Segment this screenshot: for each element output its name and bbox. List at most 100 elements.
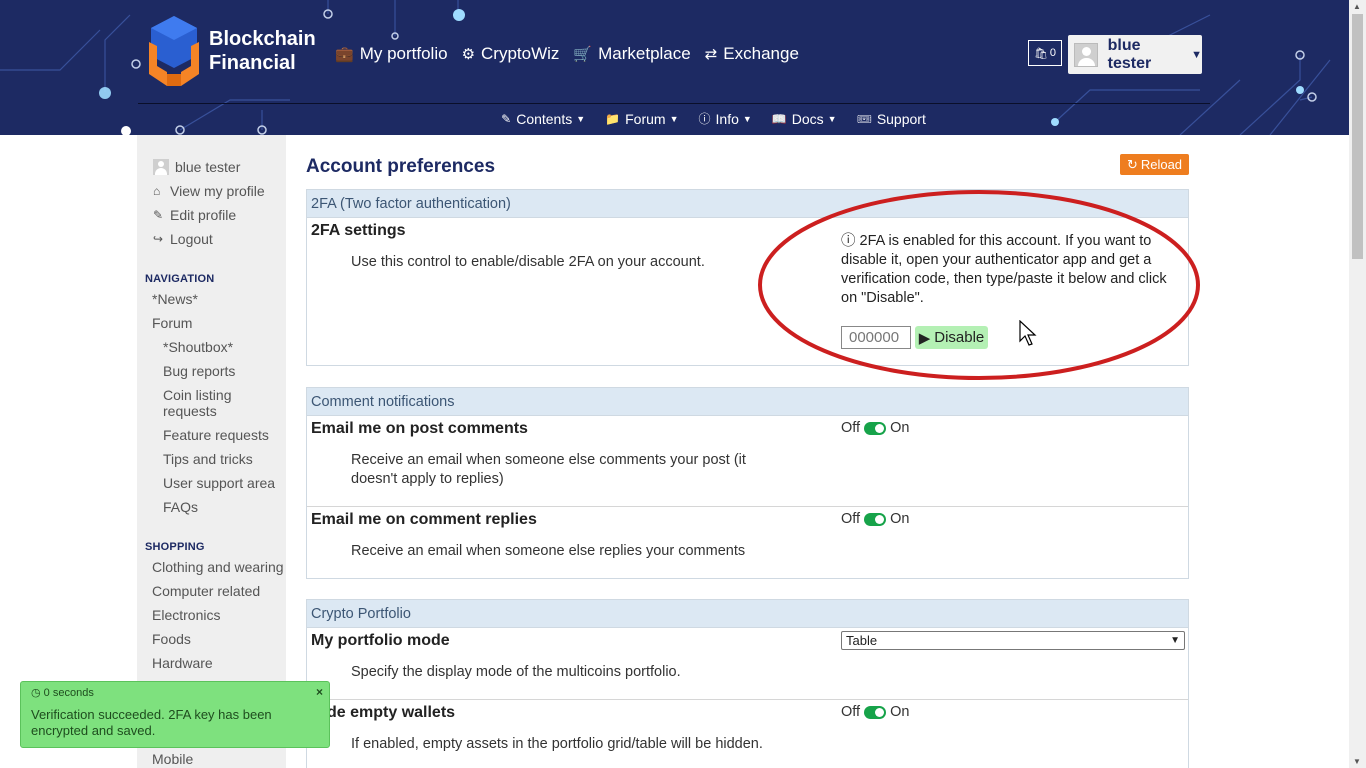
portfolio-mode-row: My portfolio mode Specify the display mo…: [307, 628, 1188, 700]
comment-replies-desc: Receive an email when someone else repli…: [351, 543, 746, 559]
user-menu-button[interactable]: blue tester ▼: [1068, 35, 1202, 74]
twofa-info-text: 2FA is enabled for this account. If you …: [841, 233, 1167, 306]
sidebar-item-shoutbox[interactable]: *Shoutbox*: [163, 339, 233, 355]
chevron-down-icon: ▼: [827, 113, 837, 124]
nav-exchange-label: Exchange: [723, 44, 799, 63]
twofa-heading: 2FA (Two factor authentication): [307, 190, 1188, 218]
comment-replies-toggle[interactable]: Off On: [841, 511, 909, 527]
reload-button[interactable]: ↻ Reload: [1120, 154, 1189, 175]
sidebar-view-profile-label: View my profile: [170, 183, 265, 199]
sidebar-edit-profile[interactable]: ✎ Edit profile: [153, 207, 236, 223]
toggle-switch[interactable]: [864, 512, 887, 526]
brand-line2: Financial: [209, 52, 296, 74]
comments-heading: Comment notifications: [307, 388, 1188, 416]
nav-marketplace[interactable]: 🛒 Marketplace: [573, 44, 690, 64]
sidebar-logout[interactable]: ↪ Logout: [153, 231, 213, 247]
scroll-thumb[interactable]: [1352, 14, 1363, 259]
twofa-desc: Use this control to enable/disable 2FA o…: [351, 254, 705, 270]
post-comments-title: Email me on post comments: [311, 420, 528, 437]
comments-row-replies: Email me on comment replies Receive an e…: [307, 507, 1188, 578]
toggle-switch[interactable]: [864, 421, 887, 435]
sidebar-item-feature-requests[interactable]: Feature requests: [163, 427, 269, 443]
site-header: Blockchain Financial 💼 My portfolio ⚙ Cr…: [0, 0, 1349, 135]
ticket-icon: 🎟: [856, 111, 872, 126]
sidebar-item-tips[interactable]: Tips and tricks: [163, 451, 253, 467]
nav-exchange[interactable]: ⇄ Exchange: [705, 44, 799, 64]
edit-icon: ✎: [501, 111, 512, 126]
sidebar-user-label: blue tester: [175, 159, 241, 175]
success-toast: ◷ 0 seconds Verification succeeded. 2FA …: [20, 681, 330, 748]
briefcase-icon: 💼: [335, 46, 354, 63]
sidebar-item-foods[interactable]: Foods: [152, 631, 191, 647]
verification-code-input[interactable]: 000000: [841, 326, 911, 349]
book-icon: 📖: [771, 111, 787, 126]
sidebar-user[interactable]: blue tester: [153, 159, 240, 175]
sidebar-item-faqs[interactable]: FAQs: [163, 499, 198, 515]
post-comments-toggle[interactable]: Off On: [841, 420, 909, 436]
portfolio-mode-desc: Specify the display mode of the multicoi…: [351, 664, 681, 680]
nav-cryptowiz[interactable]: ⚙ CryptoWiz: [462, 44, 560, 64]
sidebar-item-news[interactable]: *News*: [152, 291, 198, 307]
dashboard-icon: ⚙: [461, 46, 476, 63]
scroll-up-icon[interactable]: ▲: [1353, 2, 1361, 11]
subnav-docs[interactable]: 📖 Docs ▼: [772, 110, 837, 127]
navigation-heading: NAVIGATION: [145, 273, 215, 285]
hide-empty-desc: If enabled, empty assets in the portfoli…: [351, 736, 763, 752]
subnav-support[interactable]: 🎟 Support: [857, 110, 926, 127]
cart-count: 0: [1049, 47, 1057, 59]
twofa-row: 2FA settings Use this control to enable/…: [307, 218, 1188, 365]
sidebar-view-profile[interactable]: ⌂ View my profile: [153, 183, 265, 199]
nav-my-portfolio-label: My portfolio: [359, 44, 448, 63]
comment-replies-title: Email me on comment replies: [311, 511, 537, 528]
nav-my-portfolio[interactable]: 💼 My portfolio: [335, 44, 448, 64]
sidebar-item-user-support[interactable]: User support area: [163, 475, 275, 491]
sub-nav: ✎ Contents ▼ 📁 Forum ▼ ⓘ Info ▼ 📖 Docs ▼…: [0, 110, 1349, 127]
hide-empty-toggle[interactable]: Off On: [841, 704, 909, 720]
mouse-cursor-icon: [1019, 320, 1037, 346]
main-nav: 💼 My portfolio ⚙ CryptoWiz 🛒 Marketplace…: [335, 44, 813, 64]
sidebar-item-clothing[interactable]: Clothing and wearing: [152, 559, 284, 575]
subnav-info[interactable]: ⓘ Info ▼: [699, 110, 752, 127]
sidebar-logout-label: Logout: [170, 231, 213, 247]
subnav-docs-label: Docs: [791, 110, 824, 127]
toggle-off-label: Off: [841, 420, 861, 436]
subnav-contents[interactable]: ✎ Contents ▼: [501, 110, 585, 127]
sidebar-item-forum[interactable]: Forum: [152, 315, 192, 331]
exchange-icon: ⇄: [704, 46, 718, 63]
sidebar-item-electronics[interactable]: Electronics: [152, 607, 220, 623]
comments-row-post: Email me on post comments Receive an ema…: [307, 416, 1188, 507]
portfolio-mode-select[interactable]: Table ▼: [841, 631, 1185, 650]
sidebar: blue tester ⌂ View my profile ✎ Edit pro…: [137, 135, 286, 768]
close-icon[interactable]: ×: [316, 685, 323, 699]
post-comments-desc: Receive an email when someone else comme…: [351, 452, 746, 487]
logo-mark-icon: [149, 16, 199, 86]
scroll-down-icon[interactable]: ▼: [1353, 757, 1361, 766]
sidebar-item-coin-listing[interactable]: Coin listing requests: [163, 387, 273, 419]
toggle-switch[interactable]: [864, 705, 887, 719]
page-scrollbar[interactable]: ▲ ▼: [1349, 0, 1366, 768]
brand-logo[interactable]: Blockchain Financial: [145, 10, 320, 92]
play-icon: ▶: [918, 329, 931, 347]
header-divider: [138, 103, 1210, 104]
avatar: [1074, 42, 1098, 67]
info-circle-icon: ⓘ: [841, 233, 856, 249]
toggle-on-label: On: [890, 420, 910, 436]
subnav-forum[interactable]: 📁 Forum ▼: [605, 110, 678, 127]
hide-empty-row: Hide empty wallets If enabled, empty ass…: [307, 700, 1188, 768]
page-title: Account preferences: [306, 156, 496, 177]
folder-icon: 📁: [605, 111, 621, 126]
sidebar-item-computer[interactable]: Computer related: [152, 583, 260, 599]
avatar: [153, 159, 169, 175]
cart-button[interactable]: 🛍 0: [1028, 40, 1062, 66]
toggle-off-label: Off: [841, 704, 861, 720]
hide-empty-title: Hide empty wallets: [311, 704, 456, 721]
subnav-contents-label: Contents: [516, 110, 573, 127]
twofa-title: 2FA settings: [311, 222, 406, 239]
portfolio-mode-value: Table: [846, 633, 878, 648]
sidebar-item-hardware[interactable]: Hardware: [152, 655, 213, 671]
disable-2fa-button[interactable]: ▶ Disable: [915, 326, 988, 349]
twofa-panel: 2FA (Two factor authentication) 2FA sett…: [306, 189, 1189, 366]
sidebar-item-bug-reports[interactable]: Bug reports: [163, 363, 235, 379]
sidebar-item-mobile[interactable]: Mobile: [152, 751, 193, 767]
brand-name: Blockchain Financial: [209, 27, 316, 75]
